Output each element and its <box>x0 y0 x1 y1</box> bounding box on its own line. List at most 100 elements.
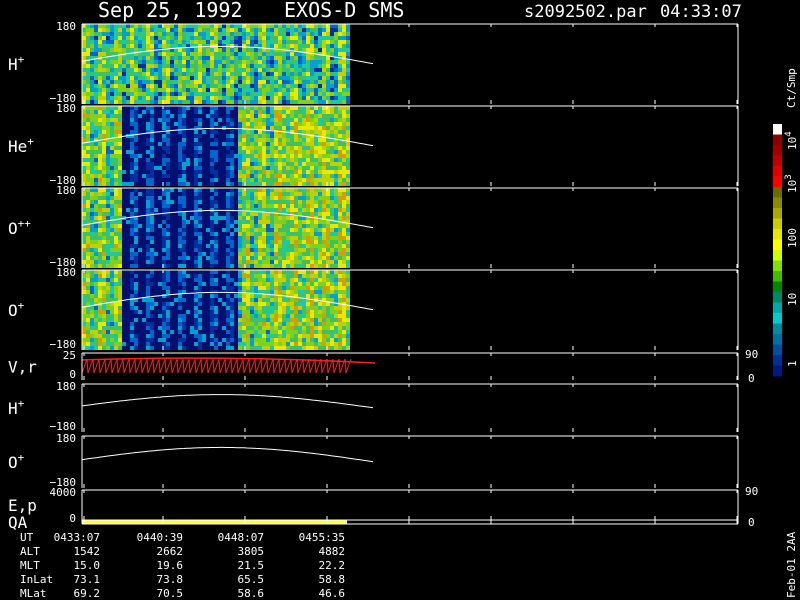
spectrogram-cell <box>274 44 278 48</box>
spectrogram-cell <box>314 204 318 208</box>
spectrogram-cell <box>214 146 218 150</box>
spectrogram-cell <box>190 24 194 28</box>
spectrogram-cell <box>278 114 282 118</box>
spectrogram-cell <box>166 310 170 314</box>
spectrogram-cell <box>130 196 134 200</box>
spectrogram-cell <box>206 118 210 122</box>
spectrogram-cell <box>282 174 286 178</box>
spectrogram-cell <box>142 162 146 166</box>
spectrogram-cell <box>122 96 126 100</box>
spectrogram-cell <box>194 28 198 32</box>
spectrogram-cell <box>98 248 102 252</box>
spectrogram-cell <box>294 100 298 104</box>
spectrogram-cell <box>286 166 290 170</box>
spectrogram-cell <box>246 146 250 150</box>
spectrogram-cell <box>182 166 186 170</box>
spectrogram-cell <box>202 248 206 252</box>
spectrogram-cell <box>102 76 106 80</box>
spectrogram-cell <box>106 68 110 72</box>
spectrogram-cell <box>342 142 346 146</box>
spectrogram-cell <box>90 212 94 216</box>
spectrogram-cell <box>242 170 246 174</box>
spectrogram-cell <box>150 224 154 228</box>
spectrogram-cell <box>210 240 214 244</box>
spectrogram-cell <box>326 170 330 174</box>
spectrogram-cell <box>114 282 118 286</box>
spectrogram-cell <box>162 334 166 338</box>
spectrogram-cell <box>294 252 298 256</box>
spectrogram-cell <box>234 196 238 200</box>
spectrogram-cell <box>122 88 126 92</box>
spectrogram-cell <box>214 106 218 110</box>
spectrogram-cell <box>270 96 274 100</box>
spectrogram-cell <box>110 48 114 52</box>
spectrogram-cell <box>142 334 146 338</box>
spectrogram-cell <box>258 142 262 146</box>
spectrogram-cell <box>318 162 322 166</box>
spectrogram-cell <box>178 48 182 52</box>
spectrogram-cell <box>138 32 142 36</box>
spectrogram-cell <box>126 252 130 256</box>
spectrogram-cell <box>150 138 154 142</box>
spectrogram-cell <box>90 106 94 110</box>
spectrogram-cell <box>338 122 342 126</box>
spectrogram-cell <box>214 88 218 92</box>
spectrogram-cell <box>346 122 350 126</box>
spectrogram-cell <box>338 192 342 196</box>
spectrogram-cell <box>214 256 218 260</box>
spectrogram-cell <box>190 64 194 68</box>
spectrogram-cell <box>98 52 102 56</box>
spectrogram-cell <box>330 52 334 56</box>
spectrogram-cell <box>206 138 210 142</box>
spectrogram-cell <box>238 260 242 264</box>
spectrogram-cell <box>302 44 306 48</box>
spectrogram-cell <box>98 282 102 286</box>
spectrogram-cell <box>190 278 194 282</box>
spectrogram-cell <box>330 212 334 216</box>
spectrogram-cell <box>290 166 294 170</box>
spectrogram-cell <box>206 60 210 64</box>
spectrogram-cell <box>166 72 170 76</box>
spectrogram-cell <box>182 322 186 326</box>
spectrogram-cell <box>318 196 322 200</box>
spectrogram-cell <box>210 236 214 240</box>
spectrogram-cell <box>342 64 346 68</box>
spectrogram-cell <box>290 162 294 166</box>
spectrogram-cell <box>130 64 134 68</box>
spectrogram-cell <box>154 274 158 278</box>
spectrogram-cell <box>118 264 122 268</box>
spectrogram-cell <box>286 170 290 174</box>
spectrogram-cell <box>294 110 298 114</box>
spectrogram-cell <box>190 166 194 170</box>
spectrogram-cell <box>342 100 346 104</box>
spectrogram-cell <box>238 244 242 248</box>
spectrogram-cell <box>254 294 258 298</box>
spectrogram-cell <box>226 334 230 338</box>
spectrogram-cell <box>138 248 142 252</box>
spectrogram-cell <box>102 346 106 350</box>
spectrogram-cell <box>318 92 322 96</box>
spectrogram-cell <box>186 302 190 306</box>
spectrogram-cell <box>174 44 178 48</box>
spectrogram-cell <box>118 60 122 64</box>
spectrogram-cell <box>82 178 86 182</box>
spectrogram-cell <box>238 232 242 236</box>
spectrogram-cell <box>90 76 94 80</box>
spectrogram-cell <box>114 252 118 256</box>
spectrogram-cell <box>314 40 318 44</box>
spectrogram-cell <box>322 154 326 158</box>
spectrogram-cell <box>134 114 138 118</box>
spectrogram-cell <box>326 76 330 80</box>
spectrogram-cell <box>130 208 134 212</box>
spectrogram-cell <box>338 60 342 64</box>
spectrogram-cell <box>158 40 162 44</box>
spectrogram-cell <box>94 338 98 342</box>
spectrogram-cell <box>210 170 214 174</box>
spectrogram-cell <box>118 220 122 224</box>
spectrogram-cell <box>162 84 166 88</box>
spectrogram-cell <box>138 278 142 282</box>
spectrogram-cell <box>314 122 318 126</box>
spectrogram-cell <box>82 228 86 232</box>
spectrogram-cell <box>218 264 222 268</box>
spectrogram-cell <box>118 182 122 186</box>
